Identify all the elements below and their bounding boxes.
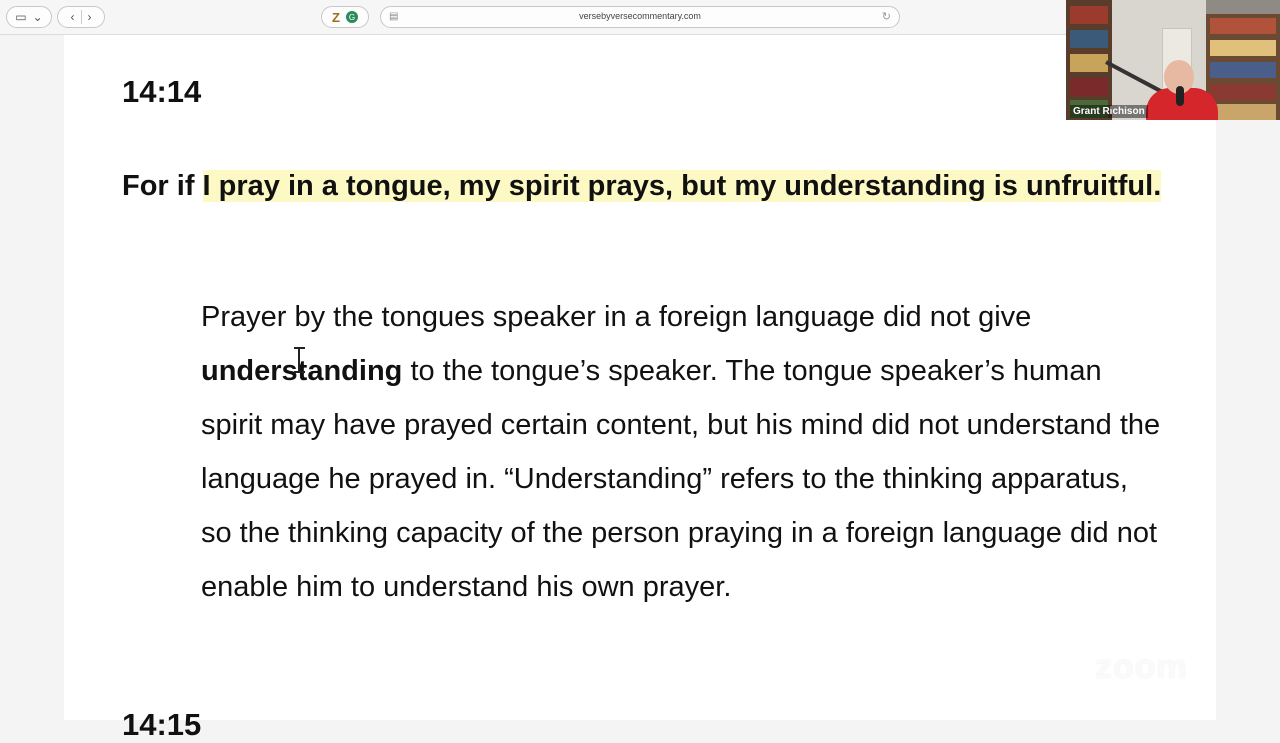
verse-lead: For if <box>122 170 203 202</box>
divider <box>80 10 82 24</box>
chevron-right-icon: › <box>87 10 92 24</box>
participant-name: Grant Richison <box>1070 105 1148 118</box>
address-bar[interactable]: ▤ versebyversecommentary.com ↻ <box>380 6 900 28</box>
address-url: versebyversecommentary.com <box>579 11 701 21</box>
microphone-icon <box>1176 86 1184 106</box>
page-content: 14:14 For if I pray in a tongue, my spir… <box>64 35 1216 742</box>
commentary-text: Prayer by the tongues speaker in a forei… <box>201 301 1032 333</box>
sidebar-icon: ▭ <box>15 10 27 24</box>
bookshelf <box>1206 14 1280 120</box>
chevron-left-icon: ‹ <box>70 10 75 24</box>
sidebar-toggle-button[interactable]: ▭ ⌄ <box>6 6 52 28</box>
reload-icon[interactable]: ↻ <box>882 10 891 23</box>
bookshelf <box>1066 0 1112 120</box>
chevron-down-icon: ⌄ <box>32 10 43 24</box>
zoom-watermark: zoom <box>1095 648 1188 686</box>
verse-highlight: I pray in a tongue, my spirit prays, but… <box>202 170 1162 202</box>
text-cursor-icon <box>294 347 305 373</box>
verse-text: For if I pray in a tongue, my spirit pra… <box>122 159 1162 213</box>
navigation-buttons: ‹ › <box>57 6 105 28</box>
verse-reference: 14:14 <box>122 74 202 109</box>
zotero-extension-icon[interactable]: Z <box>332 10 340 25</box>
commentary-paragraph: Prayer by the tongues speaker in a forei… <box>201 290 1161 614</box>
next-verse-reference: 14:15 <box>122 707 202 742</box>
extensions: Z G <box>321 6 369 28</box>
back-button[interactable]: ‹ <box>71 10 75 24</box>
commentary-text: to the tongue’s speaker. The tongue spea… <box>201 355 1161 603</box>
forward-button[interactable]: › <box>88 10 92 24</box>
video-tile[interactable]: Grant Richison <box>1066 0 1280 120</box>
grammarly-extension-icon[interactable]: G <box>345 11 358 23</box>
